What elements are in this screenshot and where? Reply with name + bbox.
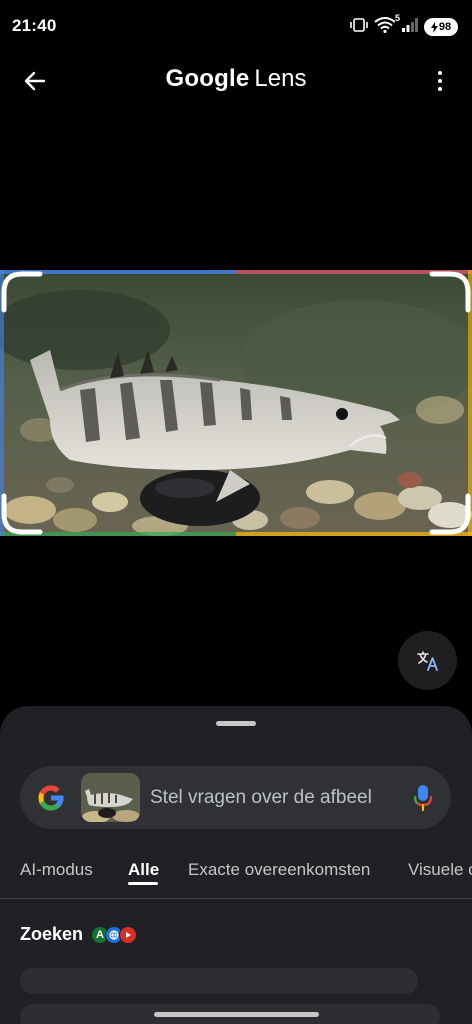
source-badge-play-icon xyxy=(119,925,138,944)
section-title-text: Zoeken xyxy=(20,924,84,944)
signal-icon xyxy=(402,17,418,37)
google-g-icon xyxy=(38,785,64,811)
status-bar: 21:40 5 98 xyxy=(0,0,472,52)
app-title: Google Lens xyxy=(0,65,472,93)
translate-icon xyxy=(416,650,438,671)
battery-level: 98 xyxy=(438,21,452,33)
search-placeholder[interactable]: Stel vragen over de afbeel xyxy=(150,787,372,809)
translate-button[interactable] xyxy=(398,631,457,690)
active-tab-indicator xyxy=(128,882,158,885)
loading-placeholder-line xyxy=(20,968,418,994)
tab-all[interactable]: Alle xyxy=(128,860,159,880)
brand-google: Google xyxy=(165,65,250,92)
network-type-label: 5 xyxy=(394,12,400,23)
fish-on-gravel-photo[interactable] xyxy=(0,270,472,536)
navigation-gesture-bar[interactable] xyxy=(154,1012,319,1017)
tab-visual-matches[interactable]: Visuele o xyxy=(408,860,472,880)
tab-exact-matches[interactable]: Exacte overeenkomsten xyxy=(188,860,370,880)
more-options-button[interactable] xyxy=(430,64,450,98)
tab-ai-mode[interactable]: AI-modus xyxy=(20,860,93,880)
microphone-icon xyxy=(413,785,433,812)
brand-lens: Lens xyxy=(254,65,307,92)
image-thumbnail[interactable] xyxy=(81,773,140,822)
wifi-icon: 5 xyxy=(374,13,400,38)
sheet-drag-handle[interactable] xyxy=(216,721,256,726)
status-time: 21:40 xyxy=(12,16,57,35)
results-tabs: AI-modus Alle Exacte overeenkomsten Visu… xyxy=(0,856,472,900)
more-vertical-icon xyxy=(438,71,442,75)
results-bottom-sheet[interactable]: Stel vragen over de afbeel AI-modus Alle… xyxy=(0,706,472,1024)
tabs-divider xyxy=(0,898,472,899)
status-icons: 5 98 xyxy=(350,13,458,38)
top-bar: Google Lens xyxy=(0,52,472,112)
results-section-title: Zoeken A xyxy=(20,924,138,945)
battery-charging-icon: 98 xyxy=(424,18,458,36)
vibrate-icon xyxy=(350,17,368,37)
source-badges: A xyxy=(91,925,138,944)
search-bar[interactable]: Stel vragen over de afbeel xyxy=(20,766,451,829)
voice-search-button[interactable] xyxy=(411,783,435,813)
